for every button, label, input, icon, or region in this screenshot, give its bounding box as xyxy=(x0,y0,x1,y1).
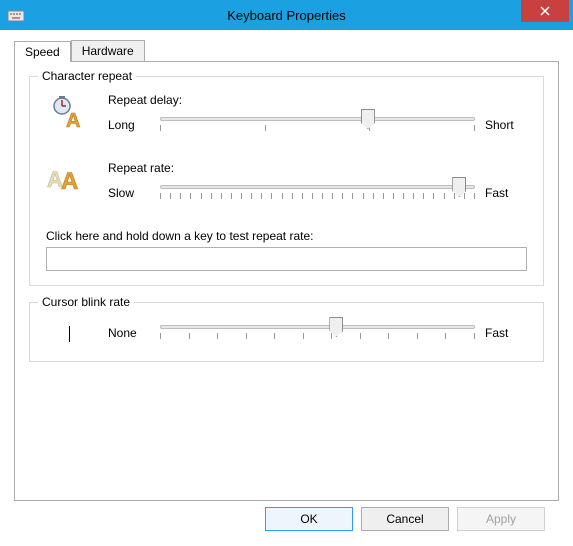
test-repeat-label: Click here and hold down a key to test r… xyxy=(46,229,527,243)
client-area: Speed Hardware Character repeat A Repeat… xyxy=(0,30,573,541)
ok-button[interactable]: OK xyxy=(265,507,353,531)
svg-text:A: A xyxy=(66,110,80,129)
dialog-buttons: OK Cancel Apply xyxy=(14,501,559,531)
repeat-rate-slider[interactable] xyxy=(160,179,475,207)
tab-panel-speed: Character repeat A Repeat delay: Long xyxy=(14,61,559,501)
repeat-delay-control: Repeat delay: Long Short xyxy=(108,93,527,139)
repeat-delay-row: A Repeat delay: Long Short xyxy=(46,93,527,139)
tab-speed[interactable]: Speed xyxy=(14,41,71,62)
test-repeat-input[interactable] xyxy=(46,247,527,271)
repeat-delay-icon: A xyxy=(46,93,92,129)
repeat-rate-right-label: Fast xyxy=(485,186,527,200)
close-icon xyxy=(540,6,550,16)
repeat-rate-icon: A A xyxy=(46,161,92,193)
close-button[interactable] xyxy=(521,0,569,22)
cursor-blink-left-label: None xyxy=(108,326,150,340)
repeat-delay-left-label: Long xyxy=(108,118,150,132)
repeat-rate-row: A A Repeat rate: Slow Fast xyxy=(46,161,527,207)
cancel-button[interactable]: Cancel xyxy=(361,507,449,531)
repeat-delay-label: Repeat delay: xyxy=(108,93,527,107)
apply-button[interactable]: Apply xyxy=(457,507,545,531)
cursor-blink-group: Cursor blink rate None Fast xyxy=(29,302,544,362)
cursor-blink-legend: Cursor blink rate xyxy=(38,295,134,309)
character-repeat-group: Character repeat A Repeat delay: Long xyxy=(29,76,544,286)
repeat-rate-left-label: Slow xyxy=(108,186,150,200)
tab-hardware[interactable]: Hardware xyxy=(71,40,145,61)
character-repeat-legend: Character repeat xyxy=(38,69,136,83)
tab-strip: Speed Hardware xyxy=(14,40,559,61)
test-repeat-section: Click here and hold down a key to test r… xyxy=(46,229,527,271)
repeat-rate-control: Repeat rate: Slow Fast xyxy=(108,161,527,207)
repeat-delay-slider[interactable] xyxy=(160,111,475,139)
titlebar: Keyboard Properties xyxy=(0,0,573,30)
repeat-rate-label: Repeat rate: xyxy=(108,161,527,175)
repeat-delay-right-label: Short xyxy=(485,118,527,132)
cursor-caret-icon xyxy=(46,324,92,342)
window-title: Keyboard Properties xyxy=(0,8,573,23)
cursor-blink-slider[interactable] xyxy=(160,319,475,347)
cursor-blink-right-label: Fast xyxy=(485,326,527,340)
svg-text:A: A xyxy=(61,168,78,193)
